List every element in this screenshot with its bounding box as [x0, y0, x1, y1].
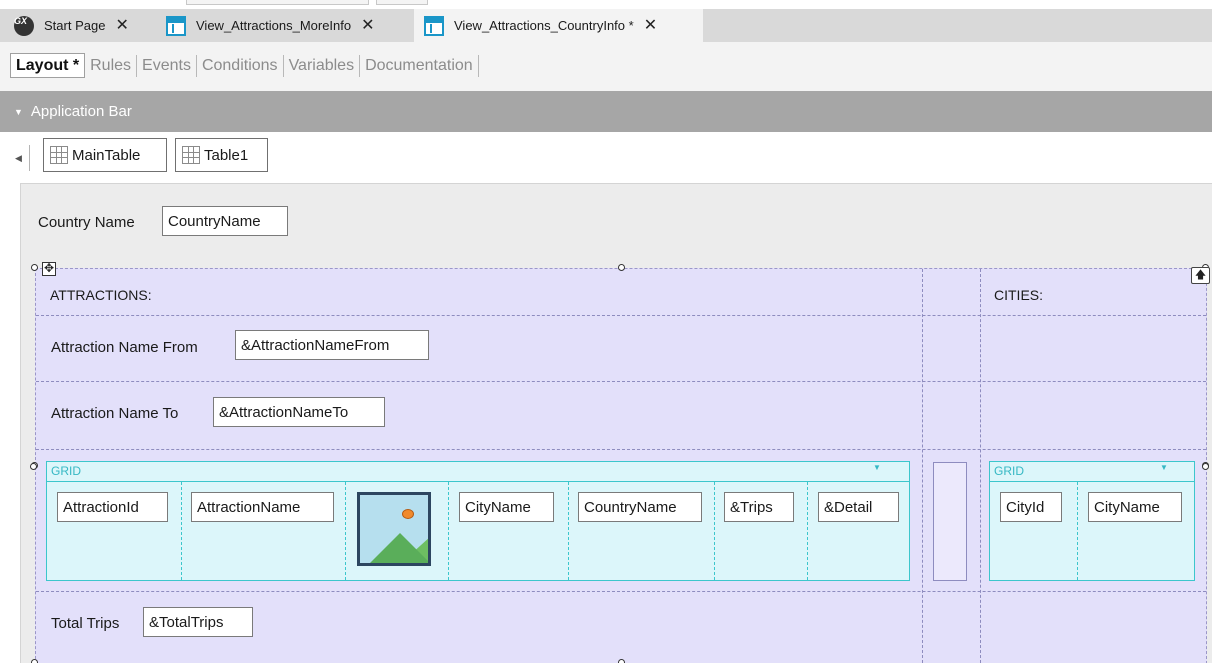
breadcrumb-table1[interactable]: Table1 [175, 138, 268, 172]
table-icon [50, 146, 68, 164]
grid-column-divider [181, 482, 182, 580]
attraction-name-from-field[interactable]: &AttractionNameFrom [235, 330, 429, 360]
grid-column-cityid[interactable]: CityId [1000, 492, 1062, 522]
table1-container[interactable]: ✥ 🡅 ATTRACTIONS: CITIES: Attraction Name… [30, 262, 1210, 663]
grid-column-attractionid[interactable]: AttractionId [57, 492, 168, 522]
document-tab-bar: GX Start Page ✕ View_Attractions_MoreInf… [0, 9, 1212, 42]
row-divider [36, 315, 1206, 316]
expand-caret-icon[interactable]: ▼ [14, 107, 23, 117]
gx-logo-icon: GX [14, 15, 34, 36]
total-trips-label: Total Trips [51, 615, 120, 632]
editor-tabs: Layout * Rules Events Conditions Variabl… [0, 42, 1212, 91]
layout-canvas[interactable]: Country Name CountryName ✥ 🡅 ATTRACTIONS… [20, 183, 1212, 663]
tab-view-attractions-countryinfo[interactable]: View_Attractions_CountryInfo * ✕ [414, 9, 703, 42]
image-hill [360, 533, 428, 563]
breadcrumb: ◀ MainTable Table1 [0, 138, 1212, 172]
cities-header: CITIES: [994, 287, 1044, 303]
top-sliver-b [376, 0, 428, 5]
tab-start-page[interactable]: GX Start Page ✕ [14, 9, 129, 42]
attractions-header: ATTRACTIONS: [50, 287, 152, 303]
column-divider [922, 269, 923, 663]
grid-dropdown-icon[interactable]: ▼ [873, 463, 881, 472]
grid-column-detail[interactable]: &Detail [818, 492, 899, 522]
application-bar-label: Application Bar [30, 103, 132, 120]
view-object-icon [166, 15, 186, 36]
tab-documentation[interactable]: Documentation [360, 54, 479, 77]
close-icon[interactable]: ✕ [644, 17, 657, 34]
application-bar[interactable]: ▼ Application Bar [0, 91, 1212, 132]
grid-column-divider [448, 482, 449, 580]
grid-column-divider [807, 482, 808, 580]
grid-column-divider [1077, 482, 1078, 580]
tab-events[interactable]: Events [137, 54, 197, 77]
grid-column-divider [345, 482, 346, 580]
row-divider [36, 449, 1206, 450]
attraction-name-from-label: Attraction Name From [51, 339, 198, 356]
grid-column-divider [714, 482, 715, 580]
move-icon[interactable]: ✥ [42, 262, 56, 276]
grid-dropdown-icon[interactable]: ▼ [1160, 463, 1168, 472]
tab-layout[interactable]: Layout * [10, 53, 86, 78]
grid-column-divider [568, 482, 569, 580]
resize-handle[interactable] [1202, 463, 1209, 470]
attractions-grid-body: AttractionId AttractionName CityName Cou… [46, 481, 910, 581]
tab-rules[interactable]: Rules [85, 54, 138, 77]
country-name-field[interactable]: CountryName [162, 206, 288, 236]
breadcrumb-label: MainTable [72, 146, 141, 164]
attractions-grid[interactable]: GRID ▼ AttractionId AttractionName CityN… [46, 461, 910, 581]
tab-variables[interactable]: Variables [284, 54, 361, 77]
tab-conditions[interactable]: Conditions [197, 54, 284, 77]
tab-label: Start Page [44, 18, 106, 33]
breadcrumb-label: Table1 [204, 146, 249, 164]
top-sliver-a [186, 0, 369, 5]
cities-grid-body: CityId CityName [989, 481, 1195, 581]
column-divider [980, 269, 981, 663]
row-divider [36, 591, 1206, 592]
resize-handle[interactable] [618, 659, 625, 663]
image-sun [402, 509, 414, 519]
close-icon[interactable]: ✕ [115, 17, 128, 34]
tab-label: View_Attractions_CountryInfo * [454, 18, 634, 33]
grid-column-trips[interactable]: &Trips [724, 492, 794, 522]
cities-grid[interactable]: GRID ▼ CityId CityName [989, 461, 1195, 581]
tab-view-attractions-moreinfo[interactable]: View_Attractions_MoreInfo ✕ [166, 9, 375, 42]
breadcrumb-back-icon[interactable]: ◀ [8, 145, 30, 171]
resize-handle[interactable] [618, 264, 625, 271]
resize-handle[interactable] [31, 264, 38, 271]
grid-title: GRID [51, 464, 81, 478]
select-parent-icon[interactable]: 🡅 [1191, 267, 1210, 284]
grid-column-cityname[interactable]: CityName [459, 492, 554, 522]
image-placeholder-icon[interactable] [357, 492, 431, 566]
resize-handle[interactable] [31, 659, 38, 663]
attraction-name-to-field[interactable]: &AttractionNameTo [213, 397, 385, 427]
total-trips-field[interactable]: &TotalTrips [143, 607, 253, 637]
attraction-name-to-label: Attraction Name To [51, 405, 179, 422]
grid-title: GRID [994, 464, 1024, 478]
top-strip [0, 0, 1212, 9]
grid-column-countryname[interactable]: CountryName [578, 492, 702, 522]
resize-handle[interactable] [30, 463, 37, 470]
view-object-icon [424, 15, 444, 36]
grid-column-cityname[interactable]: CityName [1088, 492, 1182, 522]
empty-cell-placeholder[interactable] [933, 462, 967, 581]
grid-column-attractionname[interactable]: AttractionName [191, 492, 334, 522]
row-divider [36, 381, 1206, 382]
table-icon [182, 146, 200, 164]
breadcrumb-maintable[interactable]: MainTable [43, 138, 167, 172]
country-name-label: Country Name [38, 214, 135, 231]
tab-label: View_Attractions_MoreInfo [196, 18, 352, 33]
close-icon[interactable]: ✕ [361, 17, 374, 34]
